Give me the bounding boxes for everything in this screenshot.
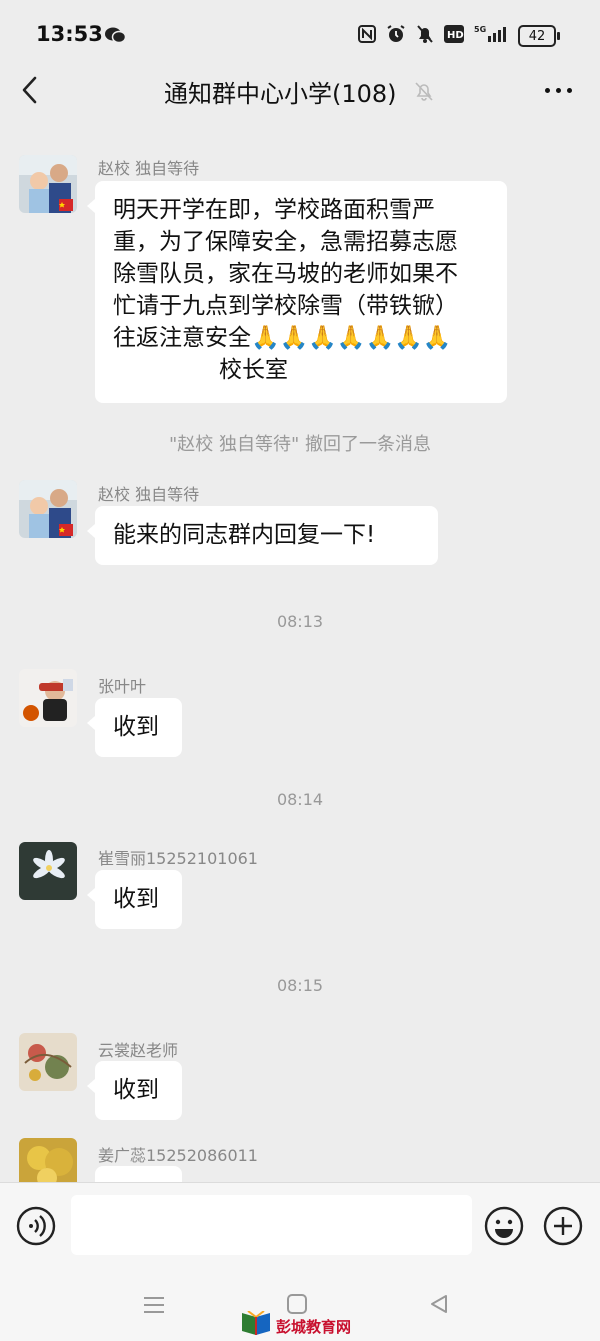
message-input[interactable]	[71, 1195, 472, 1255]
emoji-icon[interactable]	[484, 1206, 524, 1250]
watermark: 彭城教育网	[240, 1310, 352, 1341]
signal-icon: 5G	[474, 24, 508, 48]
sender-name: 张叶叶	[98, 677, 147, 696]
more-options-icon[interactable]	[545, 88, 572, 93]
book-logo-icon	[240, 1310, 272, 1341]
message-line: 明天开学在即，学校路面积雪严	[113, 197, 435, 223]
avatar[interactable]	[19, 155, 77, 213]
nfc-icon	[358, 25, 376, 47]
message-bubble[interactable]: 收到	[87, 698, 182, 757]
recent-apps-icon[interactable]	[142, 1293, 166, 1321]
back-arrow-icon[interactable]	[18, 74, 42, 110]
timestamp: 08:15	[276, 976, 324, 995]
watermark-text: 彭城教育网	[276, 1317, 352, 1336]
sender-name: 赵校 独自等待	[98, 485, 200, 504]
voice-input-icon[interactable]	[16, 1206, 56, 1250]
status-time: 13:53	[36, 22, 103, 46]
chat-header: 通知群中心小学(108)	[0, 60, 600, 122]
message-line: 重，为了保障安全，急需招募志愿	[113, 229, 458, 255]
sender-name: 崔雪丽15252101061	[98, 849, 258, 868]
message-bubble[interactable]: 收到	[87, 1061, 182, 1120]
sender-name: 云裳赵老师	[98, 1041, 179, 1060]
timestamp: 08:14	[276, 790, 324, 809]
mute-bell-icon	[416, 24, 434, 48]
hd-icon: HD	[444, 25, 464, 47]
message-line: 校长室	[219, 357, 288, 383]
chat-title: 通知群中心小学(108)	[164, 80, 397, 108]
message-bubble[interactable]: 明天开学在即，学校路面积雪严 重，为了保障安全，急需招募志愿 除雪队员，家在马坡…	[87, 181, 507, 403]
battery-icon: 42	[518, 25, 560, 47]
nav-back-icon[interactable]	[428, 1293, 450, 1319]
wechat-icon	[104, 26, 127, 48]
message-bubble[interactable]	[87, 1166, 182, 1198]
avatar[interactable]	[19, 1033, 77, 1091]
avatar[interactable]	[19, 1138, 77, 1182]
timestamp: 08:13	[276, 612, 324, 631]
message-text: 收到	[113, 1077, 159, 1103]
message-line: 除雪队员，家在马坡的老师如果不	[113, 261, 458, 287]
sender-name: 姜广蕊15252086011	[98, 1146, 258, 1165]
message-line: 往返注意安全🙏🙏🙏🙏🙏🙏🙏	[113, 325, 452, 351]
message-text: 收到	[113, 886, 159, 912]
recall-notice: "赵校 独自等待" 撤回了一条消息	[168, 434, 431, 455]
plus-icon[interactable]	[543, 1206, 583, 1250]
svg-text:5G: 5G	[474, 25, 486, 34]
message-text: 收到	[113, 714, 159, 740]
message-bubble[interactable]: 能来的同志群内回复一下!	[87, 506, 438, 565]
input-bar	[0, 1182, 600, 1271]
message-text: 能来的同志群内回复一下!	[113, 522, 376, 548]
message-bubble[interactable]: 收到	[87, 870, 182, 929]
sender-name: 赵校 独自等待	[98, 159, 200, 178]
avatar[interactable]	[19, 480, 77, 538]
avatar[interactable]	[19, 669, 77, 727]
muted-bell-icon	[413, 80, 435, 106]
system-nav-bar: 彭城教育网	[0, 1270, 600, 1341]
svg-text:HD: HD	[447, 30, 464, 41]
avatar[interactable]	[19, 842, 77, 900]
message-line: 忙请于九点到学校除雪（带铁锨）	[113, 293, 458, 319]
alarm-icon	[386, 24, 406, 48]
